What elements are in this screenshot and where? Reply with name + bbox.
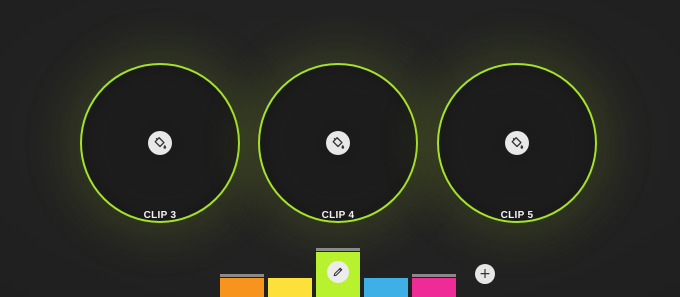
- swatch-cap: [220, 274, 264, 277]
- clip-3-label: CLIP 3: [143, 210, 177, 221]
- paint-bucket-glyph: [154, 137, 167, 149]
- color-swatch-orange[interactable]: [220, 274, 264, 297]
- color-swatch-yellow[interactable]: [268, 278, 312, 297]
- paint-bucket-icon[interactable]: [505, 131, 529, 155]
- paint-bucket-glyph: [511, 137, 524, 149]
- swatch-cap: [316, 248, 360, 251]
- pencil-glyph: [333, 267, 343, 277]
- swatch-cap: [412, 274, 456, 277]
- clip-stage: CLIP 3 CLIP 4 CLIP 5 +: [0, 0, 680, 297]
- paint-bucket-icon[interactable]: [326, 131, 350, 155]
- clip-4-label: CLIP 4: [321, 210, 355, 221]
- plus-icon: +: [479, 266, 491, 282]
- paint-bucket-glyph: [332, 137, 345, 149]
- color-swatch-pink[interactable]: [412, 274, 456, 297]
- color-swatch-lime-selected[interactable]: [316, 248, 360, 297]
- clip-5-circle[interactable]: CLIP 5: [437, 63, 597, 223]
- clip-3-circle[interactable]: CLIP 3: [80, 63, 240, 223]
- add-color-button[interactable]: +: [475, 264, 495, 284]
- paint-bucket-icon[interactable]: [148, 131, 172, 155]
- clip-5-label: CLIP 5: [500, 210, 534, 221]
- pencil-icon[interactable]: [327, 261, 349, 283]
- clip-4-circle[interactable]: CLIP 4: [258, 63, 418, 223]
- color-swatch-blue[interactable]: [364, 278, 408, 297]
